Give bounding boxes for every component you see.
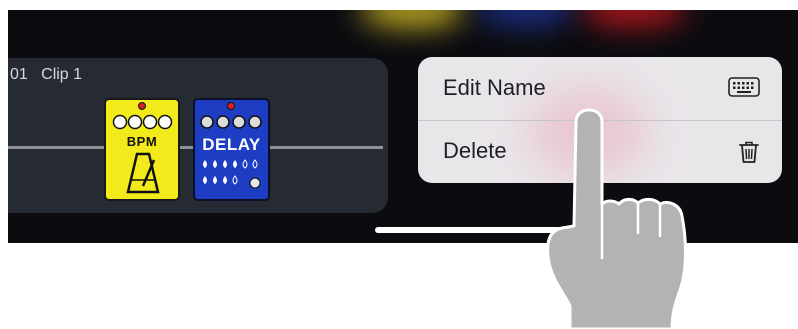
trash-icon bbox=[738, 140, 760, 169]
clip-panel[interactable]: 01 Clip 1 BPM DELAY bbox=[8, 58, 388, 213]
pointing-hand-icon bbox=[546, 108, 687, 329]
glow-red bbox=[581, 10, 686, 28]
keyboard-icon bbox=[728, 77, 760, 102]
pedal-delay[interactable]: DELAY bbox=[193, 98, 270, 201]
glow-blue bbox=[476, 10, 576, 26]
edit-name-label: Edit Name bbox=[443, 75, 546, 100]
bpm-pedal-graphic bbox=[112, 102, 173, 194]
pedal-bpm-label: BPM bbox=[126, 134, 158, 149]
pedal-bpm[interactable]: BPM bbox=[104, 98, 180, 201]
clip-title: 01 Clip 1 bbox=[10, 66, 83, 83]
glow-yellow bbox=[360, 10, 465, 28]
pedal-delay-label: DELAY bbox=[202, 135, 261, 154]
delete-label: Delete bbox=[443, 138, 507, 163]
